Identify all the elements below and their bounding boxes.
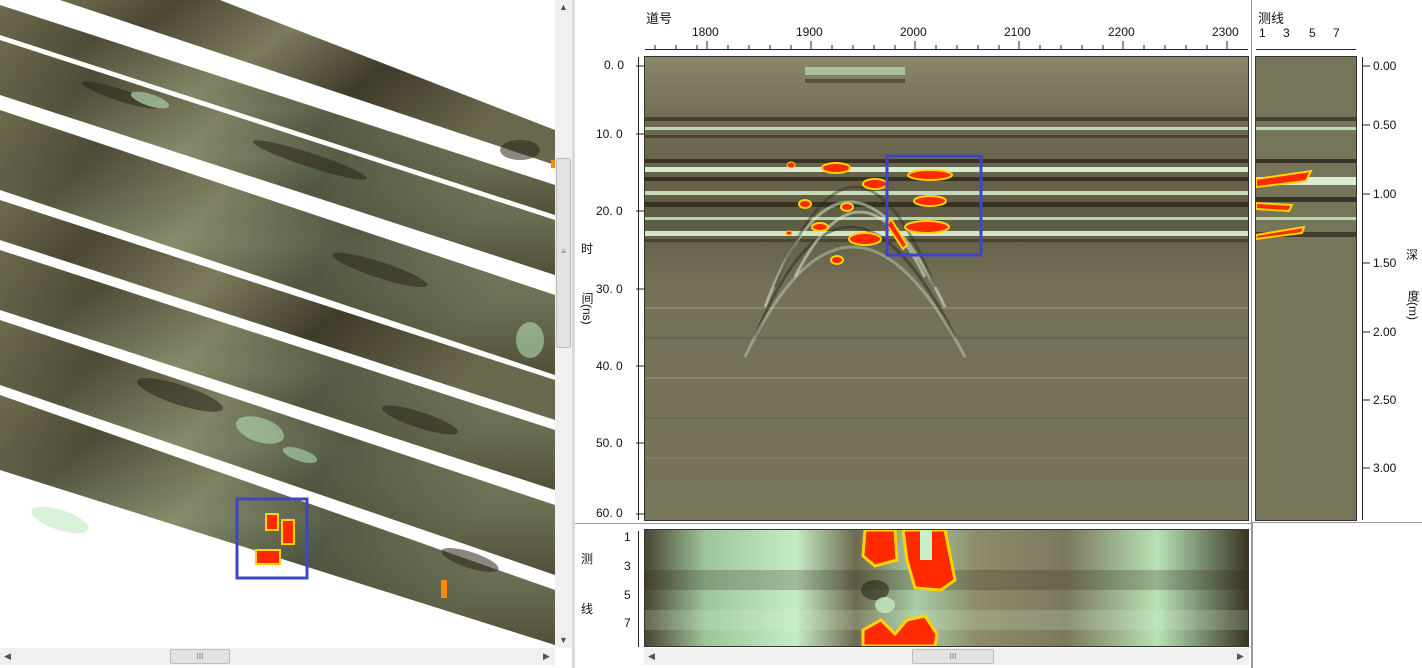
y-tick-30: 30. 0: [596, 282, 623, 296]
depth-tick-250: 2.50: [1373, 393, 1397, 407]
profile-scroll-right-icon[interactable]: ▶: [1233, 649, 1248, 664]
plan-view-panel[interactable]: [0, 0, 555, 648]
survey-strips: [0, 0, 555, 645]
profile-horizontal-thumb[interactable]: III: [912, 649, 994, 664]
depth-slice[interactable]: [644, 529, 1249, 647]
x-tick-2300: 2300: [1212, 25, 1239, 39]
depth-tick-050: 0.50: [1373, 118, 1397, 132]
scroll-down-icon[interactable]: ▼: [555, 633, 572, 648]
y-tick-40: 40. 0: [596, 359, 623, 373]
profile-horizontal-scrollbar[interactable]: ◀ III ▶: [644, 648, 1249, 665]
line-tick-3: 3: [1283, 26, 1290, 40]
profile-horizontal-grip: III: [949, 652, 957, 661]
plan-view-image: [0, 0, 555, 645]
y-tick-0: 0. 0: [604, 58, 625, 72]
depth-tick-300: 3.00: [1373, 461, 1397, 475]
y-axis-label-time: 时: [580, 242, 593, 256]
line-tick-1: 1: [1259, 26, 1266, 40]
scroll-left-icon[interactable]: ◀: [0, 649, 15, 664]
depth-tick-150: 1.50: [1373, 256, 1397, 270]
slice-label-1: 测: [580, 552, 593, 566]
depth-tick-100: 1.00: [1373, 187, 1397, 201]
depth-slice-image: [645, 530, 1248, 646]
depth-axis-ticks: [1362, 65, 1370, 469]
panel-splitter[interactable]: [572, 0, 575, 668]
depth-axis-label-1: 深: [1405, 248, 1418, 262]
slice-tick-3: 3: [624, 559, 631, 573]
scroll-right-icon[interactable]: ▶: [539, 649, 554, 664]
scroll-up-icon[interactable]: ▲: [555, 0, 572, 15]
line-axis-line: [1256, 49, 1356, 50]
x-axis-title: 道号: [646, 11, 673, 26]
depth-tick-0: 0.00: [1373, 59, 1397, 73]
line-panel-title: 测线: [1258, 11, 1285, 26]
plan-vertical-thumb[interactable]: ≡: [556, 158, 571, 348]
y-tick-50: 50. 0: [596, 436, 623, 450]
x-tick-2200: 2200: [1108, 25, 1135, 39]
line-tick-5: 5: [1309, 26, 1316, 40]
x-axis-ticks: [654, 41, 1228, 49]
divider-horizontal: [575, 523, 1252, 524]
slice-label-2: 线: [580, 602, 593, 616]
y-tick-10: 10. 0: [596, 127, 623, 141]
plan-horizontal-thumb[interactable]: III: [170, 649, 230, 664]
plan-vertical-scrollbar[interactable]: ▲ ≡ ▼: [555, 0, 572, 648]
slice-tick-1: 1: [624, 530, 631, 544]
slice-axis-line: [638, 531, 639, 647]
line-tick-7: 7: [1333, 26, 1340, 40]
plan-vertical-grip: ≡: [561, 247, 566, 256]
x-tick-1800: 1800: [692, 25, 719, 39]
profile-scroll-left-icon[interactable]: ◀: [644, 649, 659, 664]
y-tick-20: 20. 0: [596, 204, 623, 218]
radar-profile[interactable]: [644, 56, 1249, 521]
slice-tick-5: 5: [624, 588, 631, 602]
empty-corner-panel: [1252, 522, 1422, 668]
x-tick-2100: 2100: [1004, 25, 1031, 39]
slice-tick-7: 7: [624, 616, 631, 630]
x-tick-1900: 1900: [796, 25, 823, 39]
depth-axis-label-2: 度(m): [1406, 290, 1420, 320]
divider-vertical: [1251, 0, 1252, 668]
y-axis-ticks: [636, 65, 644, 515]
x-tick-2000: 2000: [900, 25, 927, 39]
plan-horizontal-scrollbar[interactable]: ◀ III ▶: [0, 648, 555, 665]
y-axis-label-unit: 间(ns): [580, 292, 594, 325]
depth-tick-200: 2.00: [1373, 325, 1397, 339]
radar-profile-image: [645, 57, 1248, 520]
plan-horizontal-grip: III: [196, 652, 204, 661]
line-profile[interactable]: [1255, 56, 1357, 521]
y-tick-60: 60. 0: [596, 506, 623, 520]
line-profile-image: [1256, 57, 1356, 520]
